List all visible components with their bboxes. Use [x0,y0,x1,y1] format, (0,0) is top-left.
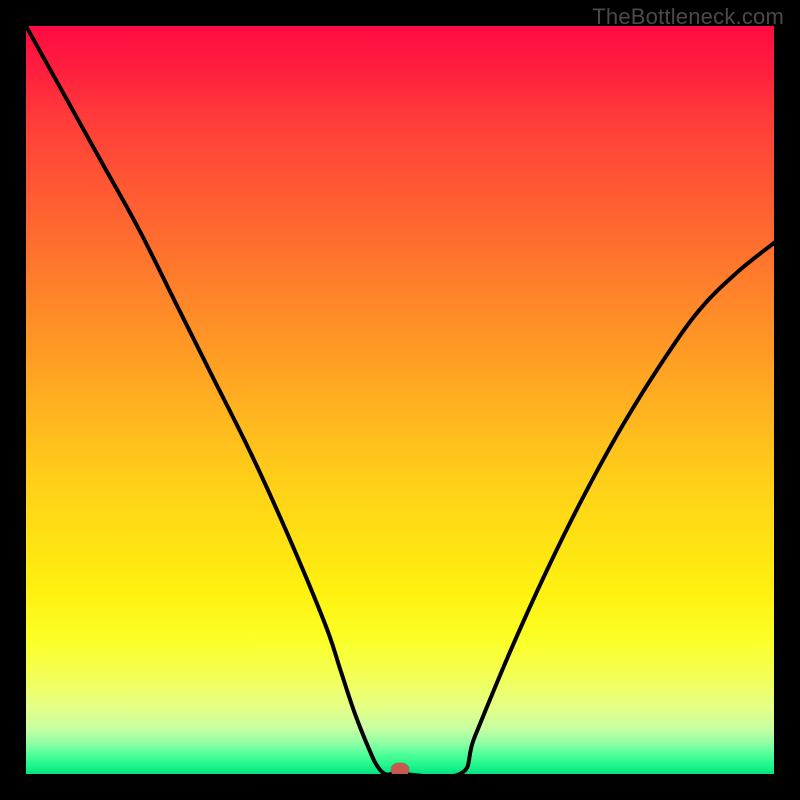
watermark-text: TheBottleneck.com [592,4,784,30]
optimum-marker [391,763,409,774]
bottleneck-curve [26,26,774,774]
chart-frame: TheBottleneck.com [0,0,800,800]
plot-area [26,26,774,774]
